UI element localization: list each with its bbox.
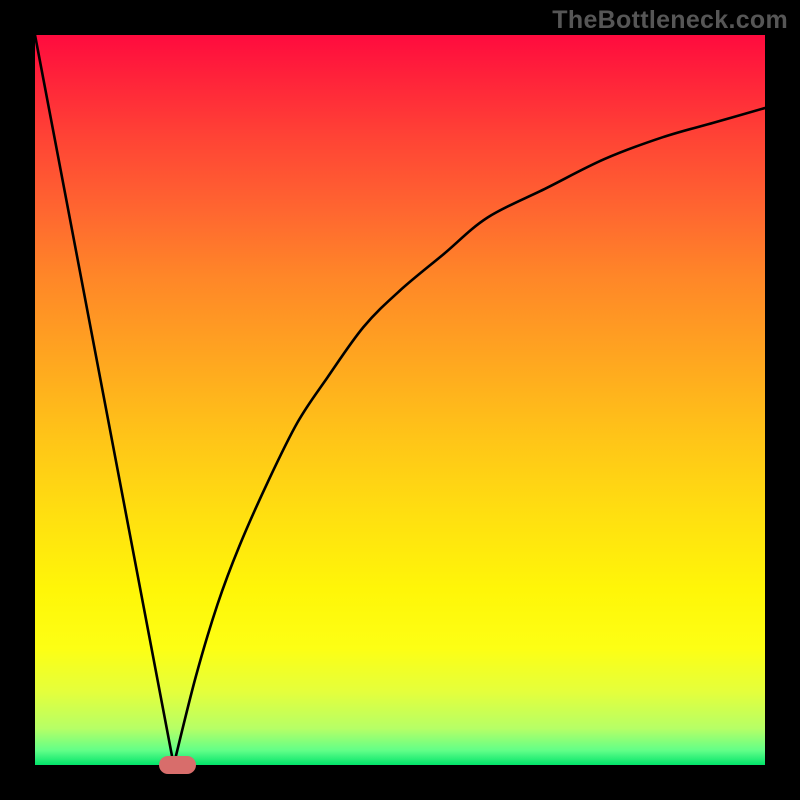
chart-plot-area <box>35 35 765 765</box>
chart-frame: TheBottleneck.com <box>0 0 800 800</box>
chart-marker <box>159 756 196 774</box>
chart-curve <box>35 35 765 765</box>
watermark-text: TheBottleneck.com <box>552 6 788 35</box>
curve-path <box>35 35 765 765</box>
